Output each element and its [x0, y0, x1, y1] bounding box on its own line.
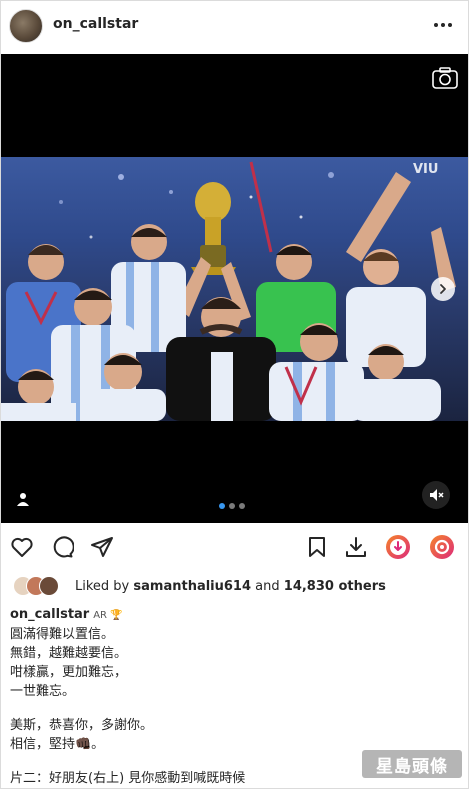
camera-icon[interactable]	[432, 67, 458, 89]
more-horizontal-icon[interactable]	[431, 13, 455, 37]
caption-line: 一世難忘。	[10, 684, 76, 699]
like-button[interactable]	[9, 534, 35, 560]
carousel-dot	[219, 503, 225, 509]
next-slide-button[interactable]	[431, 277, 455, 301]
download-circle-icon	[386, 535, 410, 559]
mute-button[interactable]	[422, 481, 450, 509]
user-avatar[interactable]	[9, 9, 43, 43]
chevron-right-icon	[440, 284, 446, 294]
carousel-dot	[229, 503, 235, 509]
likes-summary: Liked by samanthaliu614 and 14,830 other…	[75, 579, 386, 594]
likes-prefix: Liked by	[75, 578, 130, 594]
post-username[interactable]: on_callstar	[53, 16, 138, 32]
likes-count[interactable]: 14,830 others	[284, 579, 386, 594]
instagram-post: on_callstar VIU Liked by samanthaliu614 …	[0, 0, 469, 789]
caption-line: 咁樣贏，更加難忘，	[10, 665, 128, 680]
save-button[interactable]	[304, 534, 330, 560]
caption-username[interactable]: on_callstar	[10, 607, 89, 622]
comment-icon	[53, 536, 74, 558]
caption-line	[10, 701, 460, 716]
download-icon	[346, 537, 366, 557]
liker-username[interactable]: samanthaliu614	[133, 579, 251, 594]
comment-button[interactable]	[49, 534, 75, 560]
viu-logo: VIU	[413, 162, 438, 177]
download-button[interactable]	[343, 534, 369, 560]
likes-row: Liked by samanthaliu614 and 14,830 other…	[13, 575, 386, 597]
refresh-circle-icon	[430, 535, 454, 559]
carousel-indicator	[219, 503, 245, 509]
action-bar	[1, 526, 468, 570]
reels-button[interactable]	[429, 534, 455, 560]
caption-badge: AR 🏆	[93, 610, 123, 621]
liker-avatars[interactable]	[13, 576, 69, 596]
bookmark-icon	[309, 537, 325, 557]
heart-icon	[11, 537, 33, 557]
download-circle-button[interactable]	[385, 534, 411, 560]
user-tag-icon[interactable]	[15, 491, 31, 507]
celebration-photo: VIU	[1, 157, 468, 421]
caption-line: 美斯，恭喜你，多謝你。	[10, 718, 154, 733]
caption-line: 圓滿得難以置信。	[10, 627, 115, 642]
carousel-dot	[239, 503, 245, 509]
source-watermark: 星島頭條	[362, 750, 462, 778]
share-button[interactable]	[89, 534, 115, 560]
liker-avatar	[39, 576, 59, 596]
speaker-muted-icon	[430, 489, 444, 501]
paper-plane-icon	[91, 537, 113, 557]
post-header: on_callstar	[1, 1, 468, 54]
likes-and: and	[255, 578, 280, 594]
post-media[interactable]: VIU	[1, 54, 468, 523]
trophy-celebration-image: VIU	[1, 161, 456, 421]
caption-line: 無錯，越難越要信。	[10, 646, 128, 661]
